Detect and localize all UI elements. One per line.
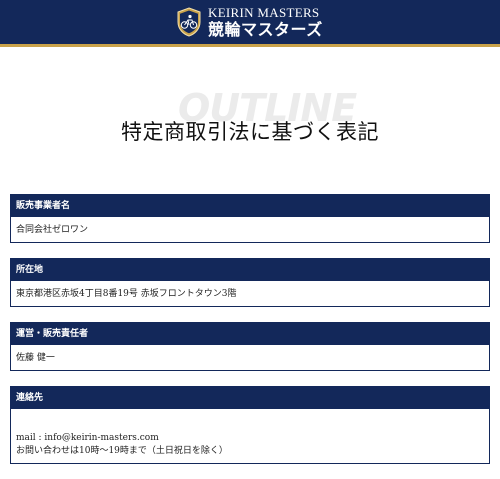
section-text-line: 佐藤 健一 (16, 353, 55, 363)
page-title: 特定商取引法に基づく表記 (121, 120, 379, 144)
section-body: 合同会社ゼロワン (11, 217, 489, 237)
section-text-line: 合同会社ゼロワン (16, 225, 89, 235)
section-body: 東京都港区赤坂4丁目8番19号 赤坂フロントタウン3階 (11, 281, 489, 301)
contact-hours-line: お問い合わせは10時〜19時まで（土日祝日を除く） (16, 446, 228, 456)
logo-japanese-text: 競輪マスターズ (208, 20, 323, 39)
cyclist-shield-icon (177, 7, 201, 37)
site-logo[interactable]: KEIRIN MASTERS 競輪マスターズ (176, 5, 323, 39)
section-contact: 連絡先 mail : info@keirin-masters.com お問い合わ… (10, 386, 490, 464)
section-heading: 運営・販売責任者 (11, 323, 489, 345)
section-text-line: 東京都港区赤坂4丁目8番19号 赤坂フロントタウン3階 (16, 289, 237, 299)
section-heading: 所在地 (11, 259, 489, 281)
section-manager: 運営・販売責任者 佐藤 健一 (10, 322, 490, 371)
section-seller-name: 販売事業者名 合同会社ゼロワン (10, 194, 490, 243)
section-heading: 連絡先 (11, 387, 489, 409)
contact-email-line[interactable]: mail : info@keirin-masters.com (16, 432, 489, 445)
site-header: KEIRIN MASTERS 競輪マスターズ (0, 0, 500, 47)
page-title-block: OUTLINE 特定商取引法に基づく表記 (0, 86, 500, 146)
section-body: 佐藤 健一 (11, 345, 489, 365)
logo-english-text: KEIRIN MASTERS (208, 5, 320, 20)
section-address: 所在地 東京都港区赤坂4丁目8番19号 赤坂フロントタウン3階 (10, 258, 490, 307)
section-heading: 販売事業者名 (11, 195, 489, 217)
section-body: mail : info@keirin-masters.com お問い合わせは10… (11, 409, 489, 458)
